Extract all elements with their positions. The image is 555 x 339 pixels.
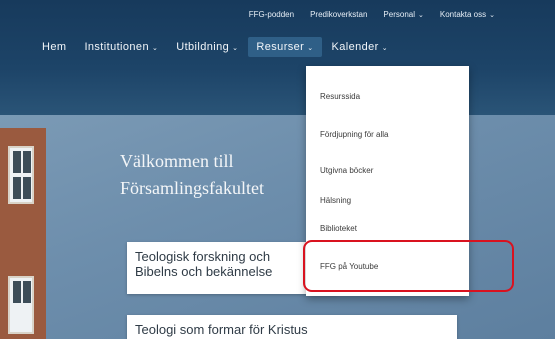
- nav-item-hem[interactable]: Hem: [42, 41, 66, 53]
- welcome-line: Välkommen till: [120, 151, 234, 171]
- chevron-down-icon: ⌄: [489, 12, 495, 19]
- window-pane: [13, 281, 21, 303]
- window-pane: [23, 177, 31, 199]
- building-window: [8, 146, 34, 204]
- topbar-item-label: Kontakta oss: [439, 10, 487, 19]
- nav-item-label: Kalender: [331, 41, 379, 53]
- topbar-item-label: FFG-podden: [248, 10, 295, 19]
- nav-item-label: Hem: [42, 41, 67, 53]
- top-utility-nav: FFG-podden Predikoverkstan Personal ⌄ Kon…: [249, 10, 495, 19]
- hero-welcome-heading: Välkommen till Församlingsfakultet: [120, 148, 264, 202]
- main-nav: Hem Institutionen ⌄ Utbildning ⌄ Resurser ⌄…: [42, 37, 389, 57]
- menu-item-halsning[interactable]: Hälsning: [320, 196, 351, 205]
- nav-item-utbildning[interactable]: Utbildning ⌄: [176, 41, 238, 53]
- menu-item-fordjupning[interactable]: Fördjupning för alla: [320, 130, 388, 139]
- chevron-down-icon: ⌄: [418, 12, 424, 19]
- menu-item-utgivna-bocker[interactable]: Utgivna böcker: [320, 166, 373, 175]
- chevron-down-icon: ⌄: [151, 45, 159, 52]
- chevron-down-icon: ⌄: [381, 45, 389, 52]
- info-card[interactable]: Teologi som formar för Kristus: [127, 315, 457, 339]
- nav-item-kalender[interactable]: Kalender ⌄: [332, 41, 389, 53]
- topbar-item-ffg-podden[interactable]: FFG-podden: [249, 10, 294, 19]
- topbar-item-label: Predikoverkstan: [310, 10, 368, 19]
- highlight-annotation: [303, 240, 514, 292]
- card-title-line: Teologi som formar för Kristus: [135, 322, 308, 337]
- window-pane: [23, 281, 31, 303]
- topbar-item-personal[interactable]: Personal ⌄: [383, 10, 423, 19]
- nav-item-label: Institutionen: [84, 41, 149, 53]
- site-header: FFG-podden Predikoverkstan Personal ⌄ Kon…: [0, 0, 555, 115]
- topbar-item-label: Personal: [383, 10, 415, 19]
- window-pane: [13, 177, 21, 199]
- topbar-item-predikoverkstan[interactable]: Predikoverkstan: [310, 10, 367, 19]
- nav-item-institutionen[interactable]: Institutionen ⌄: [84, 41, 158, 53]
- chevron-down-icon: ⌄: [307, 45, 314, 52]
- building-window: [8, 276, 34, 334]
- window-pane: [23, 151, 31, 173]
- nav-item-label: Utbildning: [176, 41, 230, 53]
- welcome-line: Församlingsfakultet: [120, 178, 264, 198]
- building-photo: [0, 128, 46, 339]
- window-pane: [13, 151, 21, 173]
- nav-item-label: Resurser: [256, 41, 305, 53]
- chevron-down-icon: ⌄: [232, 45, 239, 52]
- menu-item-biblioteket[interactable]: Biblioteket: [320, 224, 357, 233]
- card-title-line: Teologisk forskning och: [135, 249, 271, 264]
- menu-item-resurssida[interactable]: Resurssida: [320, 92, 360, 101]
- hero-banner: [0, 115, 555, 339]
- nav-item-resurser[interactable]: Resurser ⌄: [248, 37, 322, 57]
- card-title-line: Bibelns och bekännelse: [135, 264, 273, 279]
- topbar-item-kontakta-oss[interactable]: Kontakta oss ⌄: [440, 10, 495, 19]
